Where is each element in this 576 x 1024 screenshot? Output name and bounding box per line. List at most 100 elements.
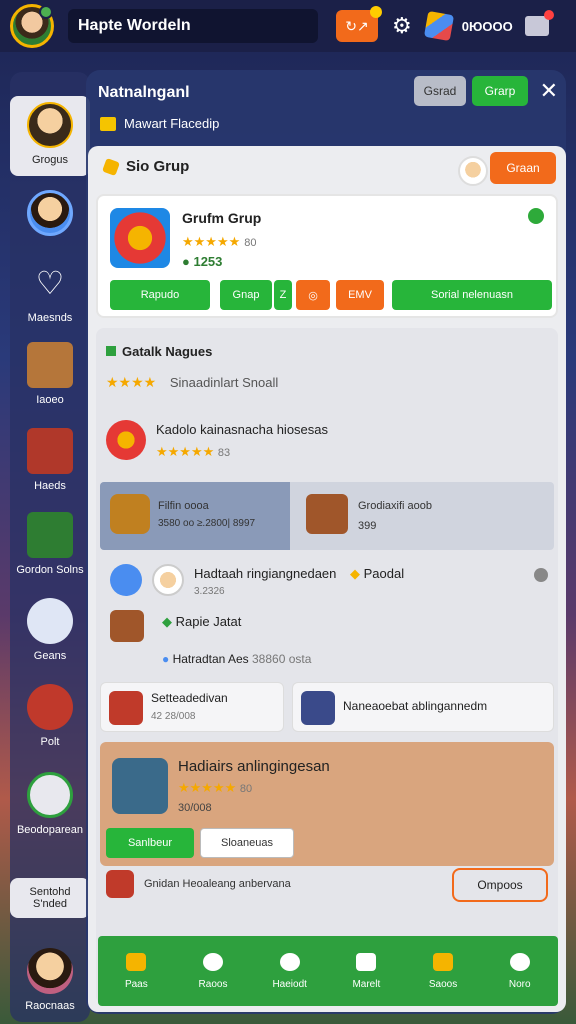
social-button[interactable]: Sorial nelenuasn bbox=[392, 280, 552, 310]
group-emblem-icon bbox=[110, 208, 170, 268]
cards-icon bbox=[27, 512, 73, 558]
mail-badge bbox=[543, 10, 554, 20]
rocket-icon bbox=[27, 772, 73, 818]
market-icon bbox=[356, 952, 377, 971]
score-value: 1253 bbox=[193, 254, 223, 269]
tile-left-title: Setteadedivan bbox=[151, 691, 228, 705]
avatar bbox=[152, 564, 184, 596]
tile-right-title: Naneaoebat ablingannedm bbox=[343, 699, 488, 713]
nav-item-saoos[interactable]: Saoos bbox=[405, 936, 482, 1006]
mail-icon[interactable] bbox=[524, 10, 554, 36]
coin-icon bbox=[102, 157, 120, 176]
coins-count: 0ЮOOO bbox=[461, 18, 513, 34]
group-card: Grufm Grup ★★★★★ 80 ● 1253 Rapudo Gnap Z … bbox=[96, 194, 558, 318]
promo-rating: ★★★★★ 80 bbox=[178, 780, 252, 796]
stars: ★★★★★ bbox=[156, 444, 215, 459]
avatar bbox=[27, 102, 73, 148]
grid-button[interactable]: Gsrad bbox=[414, 76, 466, 106]
heart-icon: ♡ bbox=[35, 265, 65, 301]
rating-value: 80 bbox=[239, 783, 253, 795]
sidebar-item-label: Sentohd S'nded bbox=[29, 886, 71, 910]
sanlbeur-button[interactable]: Sanlbeur bbox=[106, 828, 194, 858]
nav-item-raoos[interactable]: Raoos bbox=[175, 936, 252, 1006]
profile-avatar[interactable] bbox=[10, 4, 54, 48]
panel-subtitle: Mawart Flacedip bbox=[100, 116, 219, 131]
sloaneuas-button[interactable]: Sloaneuas bbox=[200, 828, 294, 858]
nav-item-marelt[interactable]: Marelt bbox=[328, 936, 405, 1006]
sidebar-item-poll[interactable]: Polt bbox=[10, 684, 90, 748]
top-bar: Hapte Wordeln ↻↗ ⚙ 0ЮOOO bbox=[0, 0, 576, 52]
gear-icon bbox=[509, 952, 530, 971]
notification-badge bbox=[370, 6, 382, 18]
target-button[interactable]: ◎ bbox=[296, 280, 330, 310]
group-title: Grufm Grup bbox=[182, 210, 262, 226]
sidebar-item-hearts[interactable]: ♡ Maesnds bbox=[10, 260, 90, 324]
avatar bbox=[110, 564, 142, 596]
chest-icon bbox=[27, 428, 73, 474]
nav-item-haeiodt[interactable]: Haeiodt bbox=[251, 936, 328, 1006]
gnap-button[interactable]: Gnap bbox=[220, 280, 272, 310]
row3: ● Hatradtan Aes 38860 osta bbox=[162, 652, 311, 666]
band-left[interactable]: Filfin oooa 3580 oo ≥.2800| 8997 bbox=[100, 482, 290, 550]
sidebar-item-box[interactable]: Iaoeo bbox=[10, 342, 90, 406]
gear-emblem-icon bbox=[110, 494, 150, 534]
tile-left-value: 42 28/008 bbox=[151, 711, 196, 722]
stars-row: ★★★★ Sinaadinlart Snoall bbox=[106, 374, 278, 391]
sidebar-item-label: Haeds bbox=[34, 480, 66, 492]
gear-icon[interactable]: ⚙ bbox=[392, 13, 412, 39]
row2: ◆ Rapie Jatat bbox=[162, 614, 241, 630]
refresh-button[interactable]: ↻↗ bbox=[336, 6, 382, 42]
status-dot bbox=[39, 5, 53, 19]
basket-icon bbox=[110, 610, 144, 642]
nav-item-noro[interactable]: Noro bbox=[481, 936, 558, 1006]
group-content: Sio Grup Graan Grufm Grup ★★★★★ 80 ● 1253… bbox=[88, 146, 566, 1012]
row2-title: Rapie Jatat bbox=[175, 614, 242, 629]
z-button[interactable]: Z bbox=[274, 280, 292, 310]
sidebar-item-groups[interactable]: Grogus bbox=[10, 96, 90, 176]
sidebar-item-raccoons[interactable]: Raocnaas bbox=[10, 948, 90, 1012]
sidebar-item-boost[interactable]: Beodoparean bbox=[10, 772, 90, 836]
emv-button[interactable]: EMV bbox=[336, 280, 384, 310]
sidebar-item-label: Geans bbox=[33, 650, 67, 662]
avatar[interactable] bbox=[458, 156, 488, 186]
nav-label: Raoos bbox=[198, 978, 228, 990]
promo-card: Hadiairs anlingingesan ★★★★★ 80 30/008 S… bbox=[100, 742, 554, 866]
sidebar-item-garden[interactable]: Gordon Solns bbox=[10, 512, 90, 576]
nav-item-paas[interactable]: Paas bbox=[98, 936, 175, 1006]
stars: ★★★★★ bbox=[182, 234, 241, 249]
member-right: ◆ Paodal bbox=[350, 566, 404, 582]
card-icon bbox=[433, 952, 454, 971]
target-icon: ◎ bbox=[308, 289, 318, 302]
avatar bbox=[27, 190, 73, 236]
stars: ★★★★ bbox=[106, 374, 157, 390]
info-icon[interactable] bbox=[534, 568, 548, 582]
row3-value: 38860 osta bbox=[252, 652, 312, 666]
promo-title: Hadiairs anlingingesan bbox=[178, 758, 330, 775]
close-icon[interactable]: ✕ bbox=[540, 78, 558, 104]
rapudo-button[interactable]: Rapudo bbox=[110, 280, 210, 310]
group-button[interactable]: Grarp bbox=[472, 76, 528, 106]
paw-icon bbox=[279, 952, 300, 971]
sidebar-item-chest[interactable]: Haeds bbox=[10, 428, 90, 492]
sidebar-item-send[interactable]: Sentohd S'nded bbox=[10, 878, 90, 918]
band-left-title: Filfin oooa bbox=[158, 500, 209, 512]
window-icon bbox=[301, 691, 335, 725]
rating-value: 80 bbox=[244, 237, 257, 249]
cube-icon[interactable] bbox=[423, 10, 454, 42]
stars: ★★★★★ bbox=[178, 780, 237, 795]
tile-left[interactable]: Setteadedivan 42 28/008 bbox=[100, 682, 284, 732]
group-action-button[interactable]: Graan bbox=[490, 152, 556, 184]
refresh-icon: ↻↗ bbox=[345, 17, 369, 34]
nav-label: Noro bbox=[508, 978, 531, 990]
sidebar-item-label: Gordon Solns bbox=[16, 564, 84, 576]
flag-icon bbox=[100, 116, 116, 131]
ompoos-button[interactable]: Ompoos bbox=[452, 868, 548, 902]
sidebar-item-profile[interactable] bbox=[10, 190, 90, 242]
league-band[interactable]: Filfin oooa 3580 oo ≥.2800| 8997 Grodiax… bbox=[100, 482, 554, 550]
row3-title: Hatradtan Aes bbox=[172, 652, 249, 666]
tile-right[interactable]: Naneaoebat ablingannedm bbox=[292, 682, 554, 732]
sidebar-item-gems[interactable]: Geans bbox=[10, 598, 90, 662]
band-right-title: Grodiaxifi aoob bbox=[358, 500, 432, 512]
chat-icon: ◆ bbox=[350, 566, 360, 581]
band-left-values: 3580 oo ≥.2800| 8997 bbox=[158, 518, 256, 529]
